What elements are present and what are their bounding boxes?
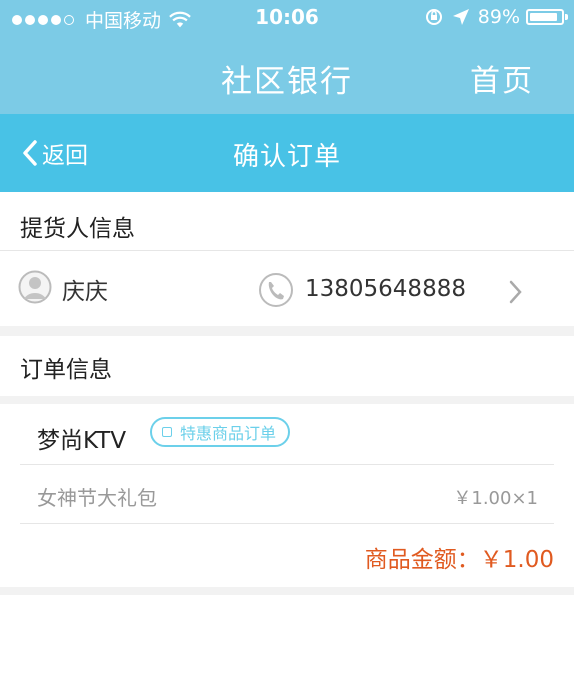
location-arrow-icon bbox=[452, 9, 469, 25]
status-right: 89% bbox=[424, 6, 568, 28]
nav-bar: 返回 确认订单 bbox=[0, 114, 574, 192]
divider bbox=[0, 250, 574, 251]
battery-icon bbox=[526, 9, 568, 25]
tag-icon bbox=[162, 427, 172, 437]
section-gap bbox=[0, 587, 574, 595]
page-title: 确认订单 bbox=[232, 142, 341, 172]
item-price-quantity: ￥1.00×1 bbox=[453, 488, 538, 509]
orientation-lock-icon bbox=[425, 9, 442, 25]
pickup-section-title: 提货人信息 bbox=[20, 216, 135, 242]
order-item-row: 女神节大礼包 ￥1.00×1 bbox=[0, 465, 574, 523]
phone-icon bbox=[259, 273, 293, 307]
shop-name: 梦尚KTV bbox=[37, 428, 127, 454]
order-section-title: 订单信息 bbox=[20, 357, 112, 383]
section-gap bbox=[0, 396, 574, 404]
deal-badge-label: 特惠商品订单 bbox=[180, 424, 277, 443]
section-gap bbox=[0, 326, 574, 336]
shop-row: 梦尚KTV 特惠商品订单 bbox=[0, 404, 574, 464]
pickup-name: 庆庆 bbox=[62, 279, 108, 305]
person-icon bbox=[18, 270, 52, 304]
pickup-contact-row[interactable]: 庆庆 13805648888 bbox=[0, 256, 574, 320]
status-bar: 中国移动 10:06 89% bbox=[0, 0, 574, 36]
battery-percent: 89% bbox=[477, 6, 520, 28]
order-total-row: 商品金额：￥1.00 bbox=[0, 524, 574, 586]
order-total: 商品金额：￥1.00 bbox=[364, 547, 554, 573]
app-header: 社区银行 首页 bbox=[0, 36, 574, 114]
deal-badge: 特惠商品订单 bbox=[150, 417, 291, 447]
chevron-right-icon bbox=[509, 280, 522, 304]
item-name: 女神节大礼包 bbox=[37, 486, 157, 510]
home-button[interactable]: 首页 bbox=[470, 56, 534, 100]
pickup-phone: 13805648888 bbox=[305, 276, 466, 302]
